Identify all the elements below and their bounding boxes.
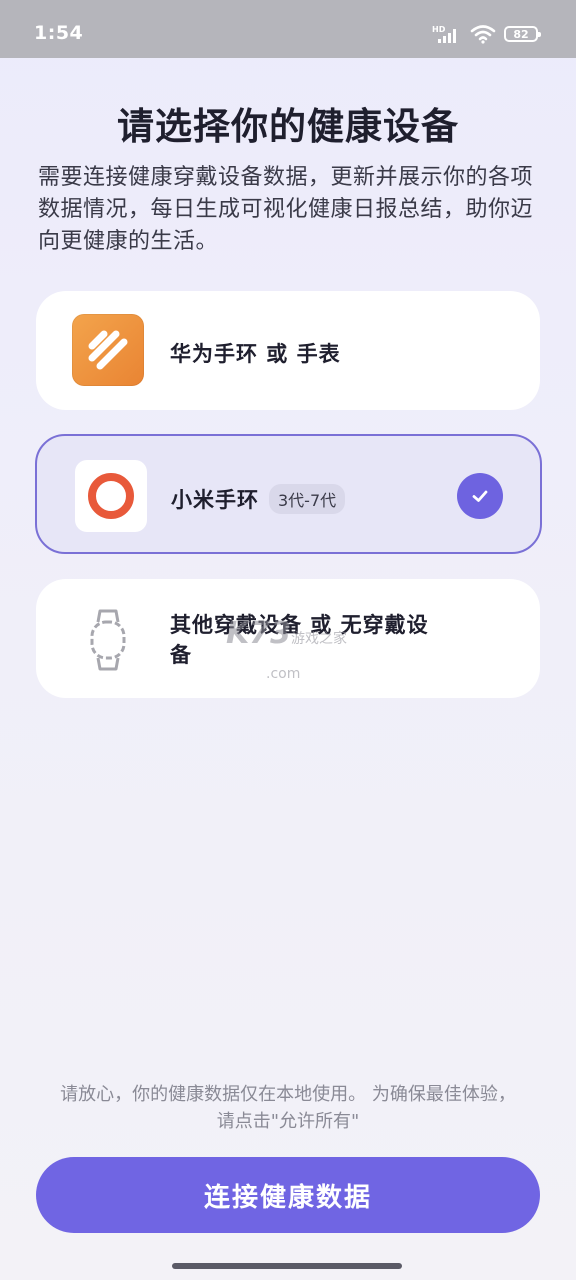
battery-level: 82	[513, 27, 529, 41]
connect-health-data-button[interactable]: 连接健康数据	[36, 1157, 540, 1233]
device-label-huawei: 华为手环 或 手表	[170, 342, 341, 366]
privacy-note-line2: 请点击"允许所有"	[216, 1111, 360, 1132]
version-badge: 3代-7代	[269, 484, 346, 514]
mi-band-ring-icon	[75, 460, 147, 532]
device-label-xiaomi: 小米手环 3代-7代	[171, 484, 346, 514]
battery-icon: 82	[504, 26, 541, 42]
svg-text:HD: HD	[432, 25, 446, 34]
page-title: 请选择你的健康设备	[117, 105, 459, 148]
status-icons: HD 82	[432, 24, 541, 44]
hd-signal-icon: HD	[432, 25, 456, 43]
device-label-other: 其他穿戴设备 或 无穿戴设备	[170, 613, 429, 667]
status-bar: 1:54 HD 82	[0, 0, 576, 58]
privacy-note-line1: 请放心，你的健康数据仅在本地使用。 为确保最佳体验，	[60, 1084, 516, 1105]
page-description: 需要连接健康穿戴设备数据，更新并展示你的各项数据情况，每日生成可视化健康日报总结…	[38, 165, 534, 254]
wifi-icon	[470, 25, 496, 44]
home-indicator[interactable]	[172, 1263, 402, 1269]
selected-check-icon	[457, 473, 503, 519]
device-option-xiaomi[interactable]: 小米手环 3代-7代	[35, 434, 542, 554]
status-time: 1:54	[34, 22, 84, 44]
huawei-health-icon	[72, 314, 144, 386]
smartwatch-outline-icon	[72, 604, 144, 676]
device-option-huawei[interactable]: 华为手环 或 手表	[36, 291, 540, 410]
device-name-xiaomi: 小米手环	[171, 488, 259, 512]
device-option-other[interactable]: 其他穿戴设备 或 无穿戴设备	[36, 579, 540, 698]
privacy-note: 请放心，你的健康数据仅在本地使用。 为确保最佳体验， 请点击"允许所有"	[0, 1081, 576, 1135]
